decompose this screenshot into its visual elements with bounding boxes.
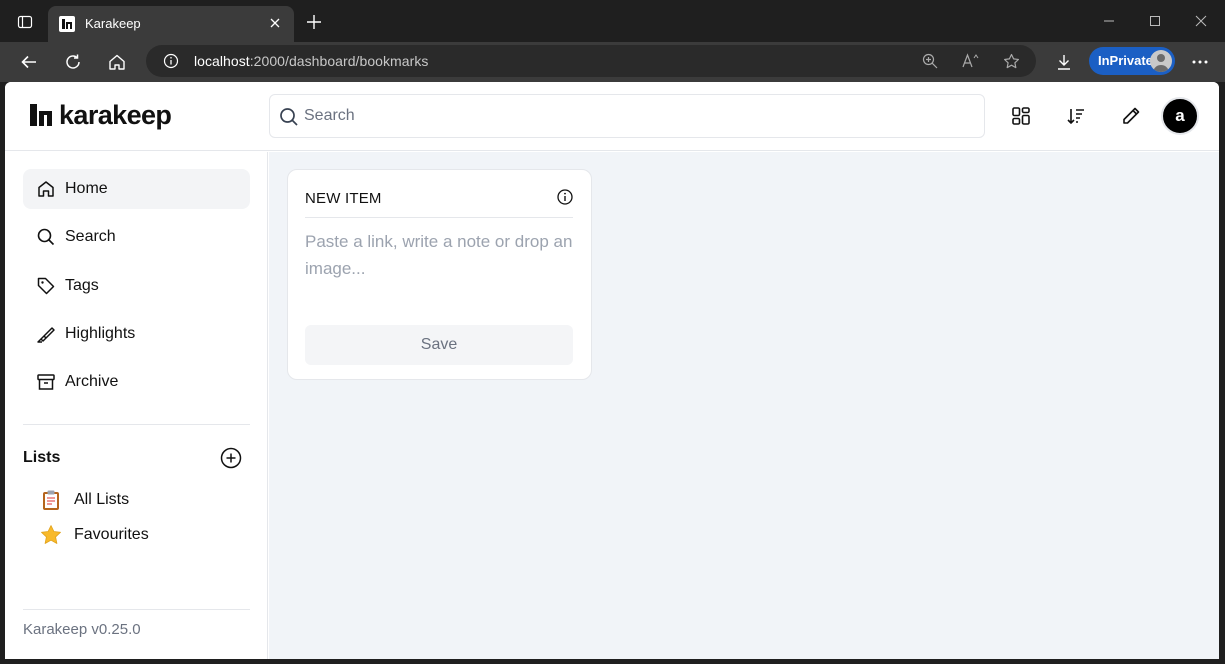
sort-icon [1067,109,1084,125]
favorite-star-icon[interactable] [1001,51,1021,71]
sidebar-item-highlights[interactable]: Highlights [23,314,250,354]
main-content: NEW ITEM Save [269,152,1219,659]
search-icon [37,228,55,246]
sidebar-divider [23,424,250,425]
list-item-all-lists[interactable]: All Lists [40,486,240,514]
search-icon [280,108,298,126]
browser-titlebar: Karakeep [0,0,1225,42]
read-aloud-icon[interactable] [961,51,981,71]
layout-grid-icon [1012,107,1030,125]
inprivate-badge[interactable]: InPrivate [1089,47,1175,75]
browser-tab[interactable]: Karakeep [48,6,294,42]
zoom-icon[interactable] [920,51,940,71]
pencil-icon [1123,107,1140,124]
edit-button[interactable] [1117,102,1145,130]
app-header: karakeep a [5,82,1219,151]
sidebar: Home Search Tags Highlights Archive List… [5,152,268,659]
list-item-favourites[interactable]: Favourites [40,521,240,549]
karakeep-page: karakeep a Home Search Tags [5,82,1219,659]
highlighter-icon [37,327,55,343]
sidebar-item-label: Tags [65,277,99,294]
minimize-icon[interactable] [1096,10,1122,32]
window-close-icon[interactable] [1188,10,1214,32]
downloads-icon[interactable] [1050,48,1078,76]
sidebar-divider [23,609,250,610]
new-item-input[interactable] [305,228,575,318]
address-bar[interactable]: localhost:2000/dashboard/bookmarks [146,45,1036,77]
user-avatar[interactable]: a [1161,97,1199,135]
star-emoji-icon [41,525,61,544]
url-text[interactable]: localhost:2000/dashboard/bookmarks [194,53,428,69]
back-icon[interactable] [15,48,43,76]
site-info-icon[interactable] [161,51,181,71]
new-tab-icon[interactable] [302,10,326,34]
grid-layout-button[interactable] [1007,102,1035,130]
more-menu-icon[interactable] [1186,48,1214,76]
logo[interactable]: karakeep [29,100,172,130]
sidebar-item-label: Home [65,180,108,197]
version-label: Karakeep v0.25.0 [23,621,141,638]
url-path: :2000/dashboard/bookmarks [249,53,429,69]
tag-icon [37,277,55,295]
search-input[interactable] [304,95,974,137]
new-item-title: NEW ITEM [305,190,382,207]
lists-heading: Lists [23,449,61,466]
add-list-icon[interactable] [220,447,242,469]
logo-text: karakeep [59,100,172,130]
sidebar-item-label: Search [65,228,116,245]
search-box[interactable] [269,94,985,138]
sidebar-item-search[interactable]: Search [23,217,250,257]
card-divider [305,217,573,218]
inprivate-label: InPrivate [1098,53,1153,68]
url-host: localhost [194,53,250,69]
list-item-label: All Lists [74,491,130,508]
sidebar-item-tags[interactable]: Tags [23,266,250,306]
karakeep-favicon-icon [59,16,75,32]
info-icon[interactable] [556,188,574,206]
sidebar-item-label: Highlights [65,325,136,342]
profile-avatar-icon [1150,50,1172,72]
archive-icon [37,374,55,390]
sidebar-item-label: Archive [65,373,119,390]
clipboard-emoji-icon [43,490,59,510]
home-browser-icon[interactable] [103,48,131,76]
save-button[interactable]: Save [305,325,573,365]
new-item-card: NEW ITEM Save [287,169,592,380]
sidebar-item-archive[interactable]: Archive [23,362,250,402]
tab-title: Karakeep [85,16,141,31]
sort-button[interactable] [1062,102,1090,130]
refresh-icon[interactable] [59,48,87,76]
tab-actions-icon[interactable] [10,8,40,36]
list-item-label: Favourites [74,526,149,543]
sidebar-item-home[interactable]: Home [23,169,250,209]
close-tab-icon[interactable] [266,14,284,32]
home-icon [38,181,54,197]
karakeep-logo-icon [30,104,52,126]
browser-toolbar: localhost:2000/dashboard/bookmarks InPri… [0,42,1225,82]
maximize-icon[interactable] [1142,10,1168,32]
